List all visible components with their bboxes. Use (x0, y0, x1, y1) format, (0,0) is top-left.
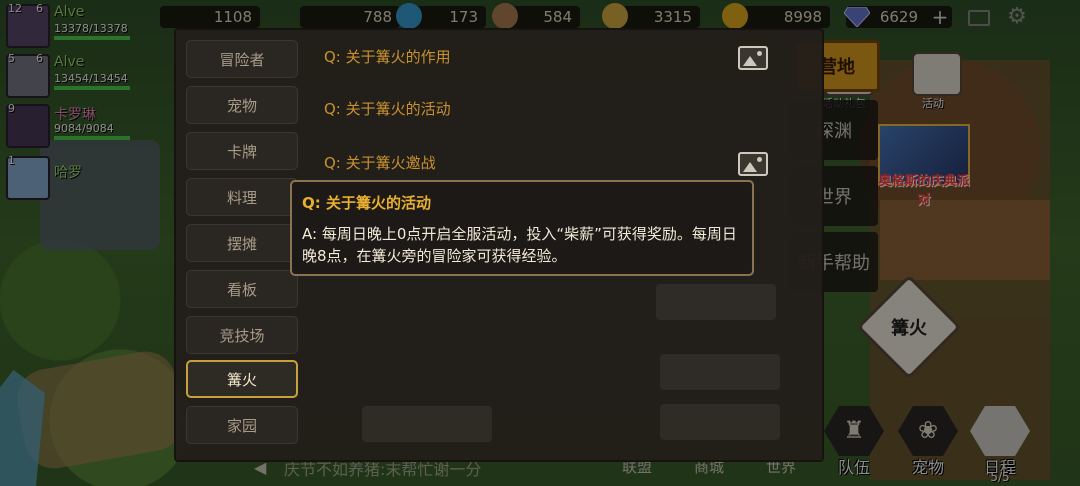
image-icon[interactable] (738, 152, 768, 176)
faq-item[interactable]: Q: 关于篝火邀战 (310, 140, 780, 184)
help-category-arena[interactable]: 竞技场 (186, 316, 298, 354)
help-category-stall[interactable]: 摆摊 (186, 224, 298, 262)
tooltip-answer: A: 每周日晚上0点开启全服活动，投入“柴薪”可获得奖励。每周日晚8点，在篝火旁… (302, 225, 737, 265)
help-category-bonfire[interactable]: 篝火 (186, 360, 298, 398)
faq-question: Q: 关于篝火的活动 (324, 99, 451, 118)
faq-question: Q: 关于篝火的作用 (324, 47, 451, 66)
faded-button (660, 354, 780, 390)
faq-item[interactable]: Q: 关于篝火的作用 (310, 34, 780, 78)
faq-answer-tooltip: Q: 关于篝火的活动 A: 每周日晚上0点开启全服活动，投入“柴薪”可获得奖励。… (290, 180, 754, 276)
faq-item[interactable]: Q: 关于篝火的活动 (310, 86, 780, 130)
help-category-pet[interactable]: 宠物 (186, 86, 298, 124)
help-category-cooking[interactable]: 料理 (186, 178, 298, 216)
help-category-card[interactable]: 卡牌 (186, 132, 298, 170)
image-icon[interactable] (738, 46, 768, 70)
tooltip-question: Q: 关于篝火的活动 (302, 194, 431, 212)
help-category-board[interactable]: 看板 (186, 270, 298, 308)
faq-question: Q: 关于篝火邀战 (324, 153, 436, 172)
help-category-adventurer[interactable]: 冒险者 (186, 40, 298, 78)
help-category-home[interactable]: 家园 (186, 406, 298, 444)
faded-button (656, 284, 776, 320)
faded-button (660, 404, 780, 440)
faded-button (362, 406, 492, 442)
